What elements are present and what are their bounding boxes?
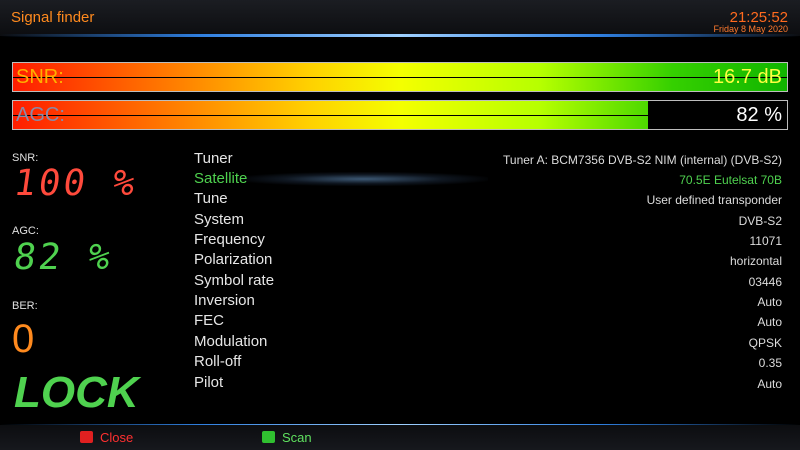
green-key-icon: [262, 431, 275, 443]
info-value: Tuner A: BCM7356 DVB-S2 NIM (internal) (…: [503, 153, 782, 167]
snr-meter: SNR: 16.7 dB: [12, 62, 788, 92]
close-button-label: Close: [100, 429, 134, 445]
title-bar: Signal finder 21:25:52 Friday 8 May 2020: [0, 0, 800, 36]
info-row-frequency[interactable]: Frequency 11071: [194, 231, 782, 251]
info-value: 03446: [748, 275, 782, 289]
snr-meter-fill: [13, 63, 787, 91]
info-row-inversion[interactable]: Inversion Auto: [194, 292, 782, 312]
info-value: Auto: [757, 295, 782, 309]
info-value: QPSK: [748, 336, 782, 350]
info-row-system[interactable]: System DVB-S2: [194, 211, 782, 231]
snr-meter-label: SNR:: [16, 66, 64, 88]
info-row-modulation[interactable]: Modulation QPSK: [194, 333, 782, 353]
info-row-tune[interactable]: Tune User defined transponder: [194, 190, 782, 210]
info-row-pilot[interactable]: Pilot Auto: [194, 374, 782, 394]
agc-meter: AGC: 82 %: [12, 100, 788, 130]
info-label: FEC: [194, 312, 224, 329]
clock-date: Friday 8 May 2020: [713, 24, 788, 34]
snr-meter-value: 16.7 dB: [713, 66, 782, 88]
info-value: DVB-S2: [738, 214, 782, 228]
info-value: 70.5E Eutelsat 70B: [679, 173, 782, 187]
info-value: Auto: [757, 377, 782, 391]
info-label: Modulation: [194, 333, 268, 350]
info-value: Auto: [757, 315, 782, 329]
window-title: Signal finder: [11, 9, 95, 26]
info-label: Tuner: [194, 150, 233, 167]
info-row-roll-off[interactable]: Roll-off 0.35: [194, 353, 782, 373]
snr-readout-value: 100 %: [11, 163, 141, 204]
agc-readout-value: 82 %: [11, 237, 116, 278]
ber-readout-value: 0: [12, 317, 35, 361]
info-label: Frequency: [194, 231, 265, 248]
lock-status: LOCK: [14, 368, 139, 417]
info-label: Pilot: [194, 374, 224, 391]
info-row-symbol-rate[interactable]: Symbol rate 03446: [194, 272, 782, 292]
info-value: 11071: [749, 234, 782, 248]
close-button[interactable]: Close: [80, 427, 133, 447]
info-row-tuner[interactable]: Tuner Tuner A: BCM7356 DVB-S2 NIM (inter…: [194, 150, 782, 170]
info-label: Polarization: [194, 251, 273, 268]
agc-meter-value: 82 %: [736, 104, 782, 126]
red-key-icon: [80, 431, 93, 443]
info-row-polarization[interactable]: Polarization horizontal: [194, 251, 782, 271]
info-label: Inversion: [194, 292, 255, 309]
header-divider: [0, 34, 800, 37]
info-label: Tune: [194, 190, 228, 207]
agc-meter-label: AGC:: [16, 104, 65, 126]
scan-button-label: Scan: [282, 429, 312, 445]
info-row-satellite[interactable]: Satellite 70.5E Eutelsat 70B: [194, 170, 782, 190]
info-label: System: [194, 211, 245, 228]
info-value: horizontal: [729, 254, 782, 268]
ber-readout-label: BER:: [12, 300, 38, 312]
info-value: 0.35: [758, 356, 782, 370]
scan-button[interactable]: Scan: [262, 427, 312, 447]
info-value: User defined transponder: [646, 193, 782, 207]
info-label: Satellite: [194, 170, 248, 187]
info-label: Symbol rate: [194, 272, 275, 289]
info-row-fec[interactable]: FEC Auto: [194, 312, 782, 332]
agc-meter-fill: [13, 101, 648, 129]
agc-readout-label: AGC:: [12, 225, 39, 237]
info-label: Roll-off: [194, 353, 242, 370]
